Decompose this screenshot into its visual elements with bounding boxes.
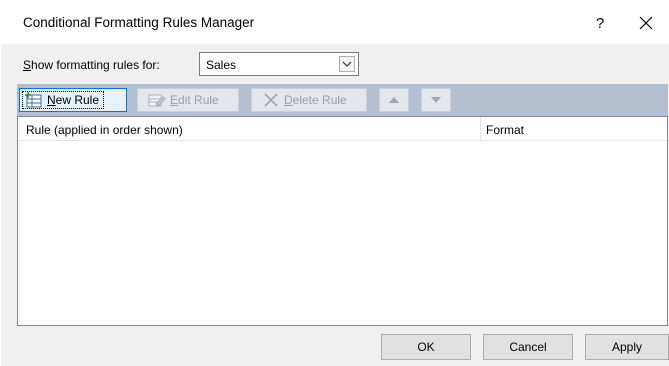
cancel-label: Cancel bbox=[509, 340, 547, 354]
help-button[interactable]: ? bbox=[585, 8, 615, 38]
show-rules-label: Show formatting rules for: bbox=[23, 58, 160, 72]
delete-icon bbox=[262, 92, 280, 108]
column-header-format[interactable]: Format bbox=[486, 123, 524, 137]
cancel-button[interactable]: Cancel bbox=[483, 334, 573, 360]
show-rules-select[interactable]: Sales bbox=[199, 52, 359, 76]
edit-rule-label: Edit Rule bbox=[170, 93, 219, 107]
ok-button[interactable]: OK bbox=[381, 334, 471, 360]
new-rule-button[interactable]: New Rule bbox=[19, 88, 127, 112]
apply-button[interactable]: Apply bbox=[585, 334, 669, 360]
arrow-down-icon bbox=[431, 97, 441, 103]
new-rule-label: New Rule bbox=[47, 93, 100, 107]
delete-rule-button[interactable]: Delete Rule bbox=[251, 88, 367, 112]
new-rule-icon bbox=[25, 92, 43, 108]
help-icon: ? bbox=[595, 14, 605, 32]
rules-toolbar: New Rule Edit Rule Delete Rule bbox=[17, 84, 668, 116]
ok-label: OK bbox=[417, 340, 435, 354]
delete-rule-label: Delete Rule bbox=[284, 93, 347, 107]
move-down-button[interactable] bbox=[421, 88, 451, 112]
rules-list-header: Rule (applied in order shown) Format bbox=[18, 117, 667, 141]
column-header-rule[interactable]: Rule (applied in order shown) bbox=[26, 123, 183, 137]
close-button[interactable] bbox=[629, 8, 663, 38]
show-rules-selected-value: Sales bbox=[206, 58, 237, 72]
apply-label: Apply bbox=[611, 340, 643, 354]
dropdown-arrow-button[interactable] bbox=[339, 56, 355, 72]
show-rules-row: Show formatting rules for: bbox=[23, 54, 160, 76]
title-bar: Conditional Formatting Rules Manager ? bbox=[1, 0, 669, 44]
dialog-title: Conditional Formatting Rules Manager bbox=[23, 15, 255, 30]
conditional-formatting-dialog: Conditional Formatting Rules Manager ? S… bbox=[0, 0, 669, 366]
close-icon bbox=[639, 16, 653, 30]
column-divider[interactable] bbox=[480, 117, 481, 141]
rules-list[interactable]: Rule (applied in order shown) Format bbox=[17, 116, 668, 326]
chevron-down-icon bbox=[342, 61, 352, 67]
move-up-button[interactable] bbox=[379, 88, 409, 112]
edit-rule-button[interactable]: Edit Rule bbox=[137, 88, 239, 112]
arrow-up-icon bbox=[389, 97, 399, 103]
edit-rule-icon bbox=[148, 92, 166, 108]
